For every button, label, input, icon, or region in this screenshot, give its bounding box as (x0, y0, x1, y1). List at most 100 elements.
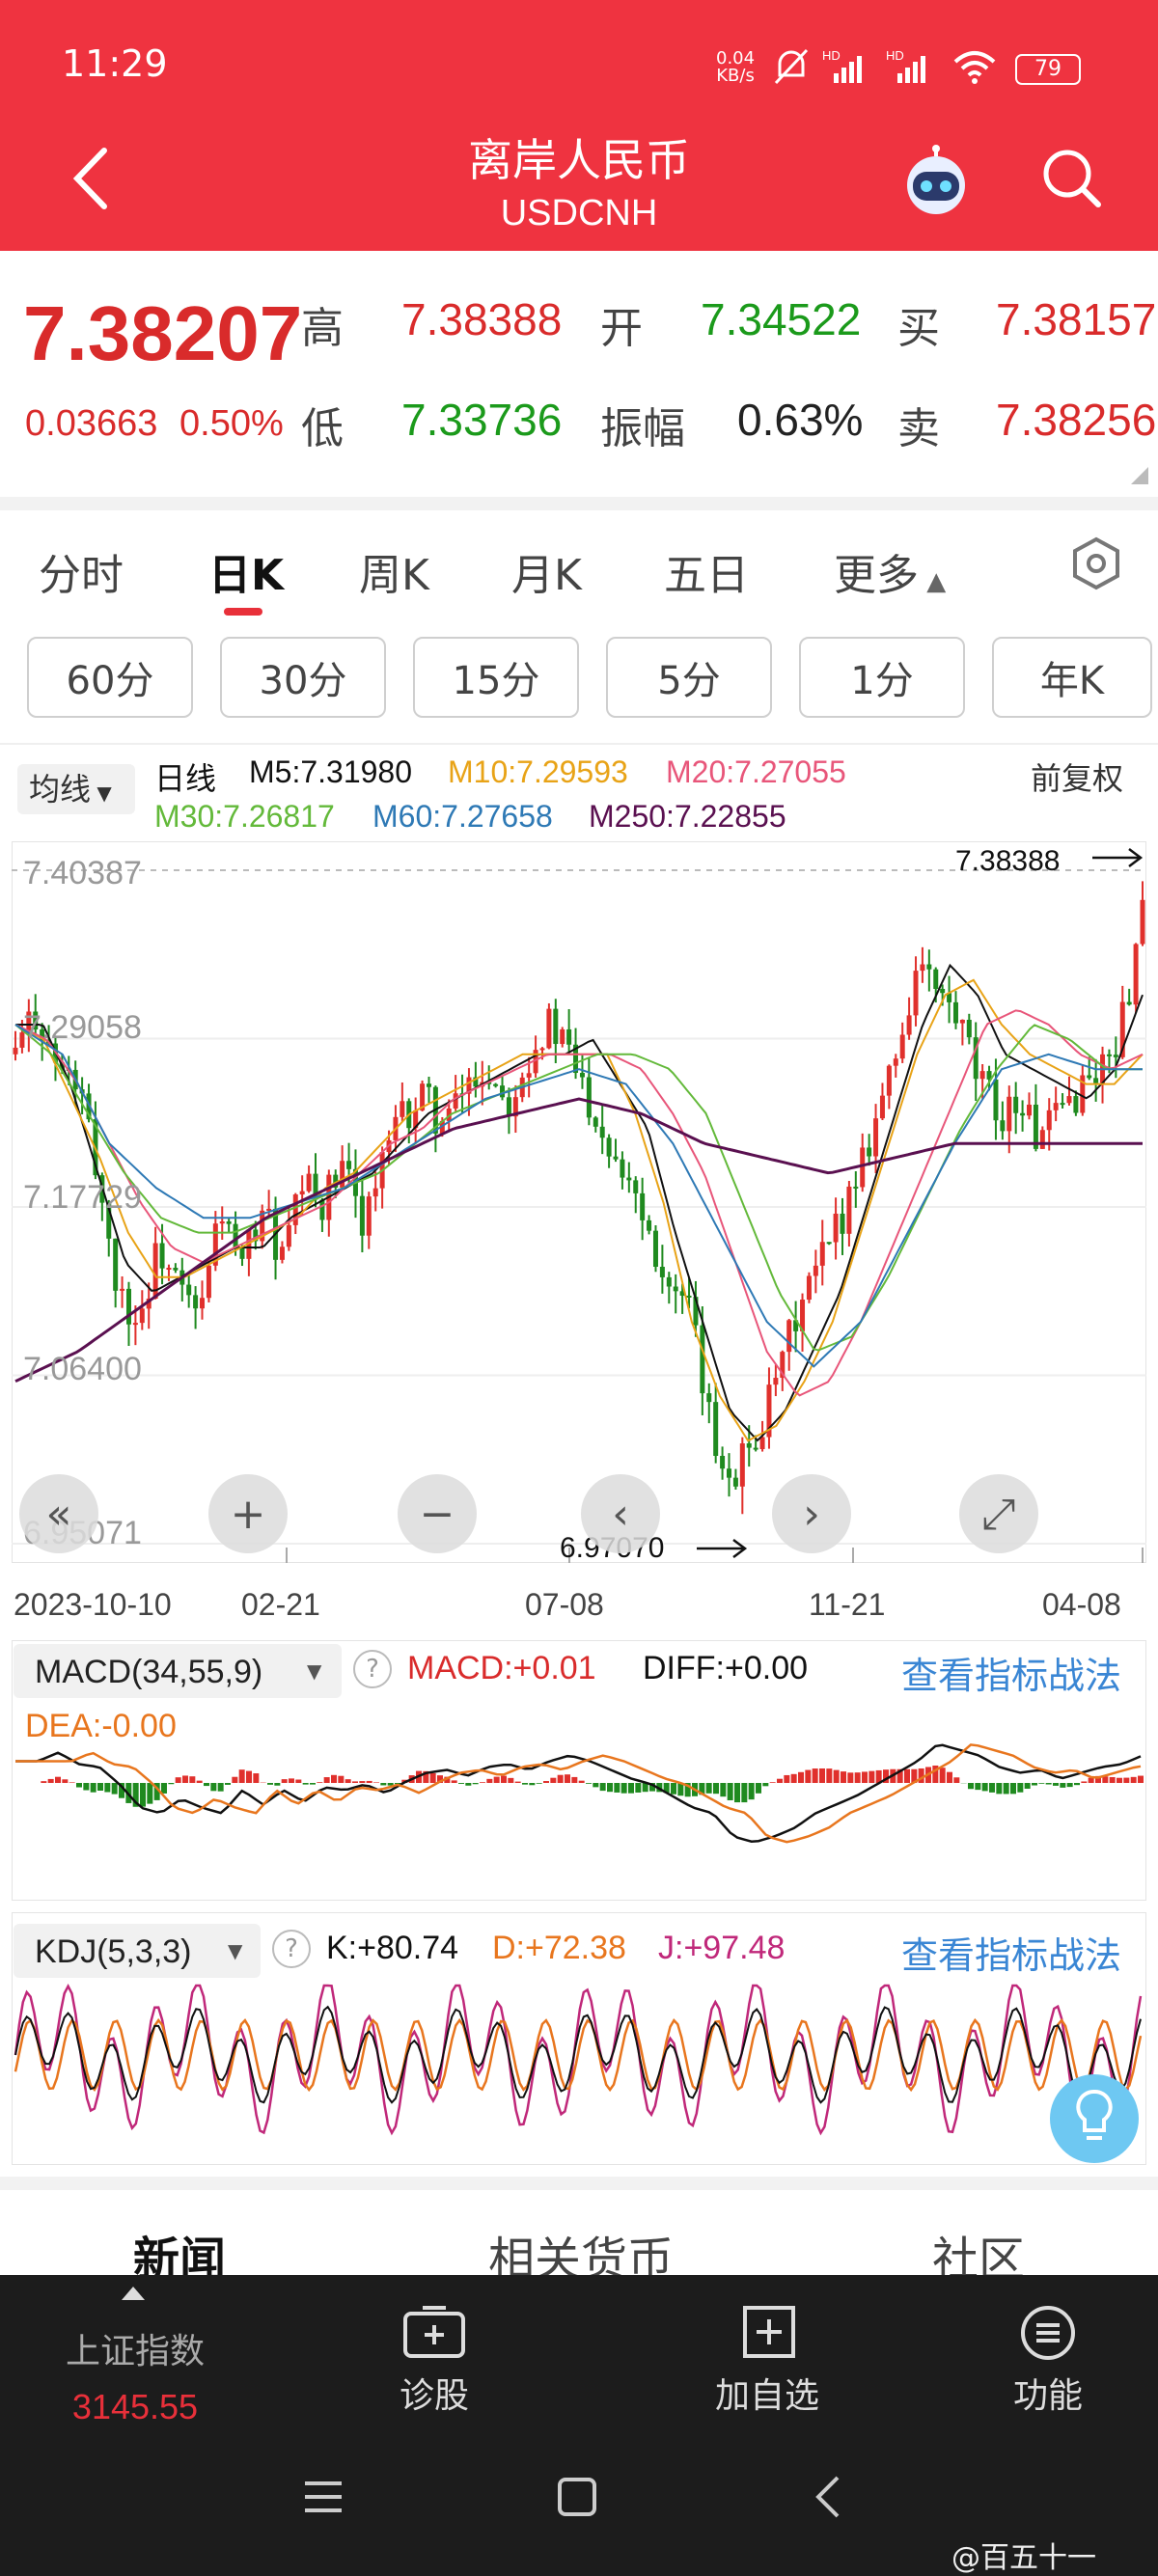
robot-assistant-icon[interactable] (897, 143, 975, 220)
macd-bar (947, 1771, 952, 1783)
ma-kind: 日线 (154, 761, 217, 796)
settings-hexagon-icon[interactable] (1071, 536, 1121, 590)
candle (647, 1219, 652, 1231)
prev-page-button[interactable]: « (19, 1474, 98, 1553)
zoom-out-button[interactable]: − (398, 1474, 477, 1553)
candle (739, 1443, 745, 1487)
macd-bar (323, 1777, 330, 1783)
period-1min[interactable]: 1分 (799, 637, 965, 718)
macd-bar (543, 1781, 549, 1783)
fullscreen-button[interactable]: ⤢ (959, 1474, 1038, 1553)
macd-bar (784, 1774, 790, 1783)
macd-bar (267, 1783, 273, 1785)
candle (1126, 1001, 1132, 1005)
macd-bar (777, 1778, 783, 1783)
index-name[interactable]: 上证指数 (39, 2323, 232, 2373)
candle (1133, 944, 1139, 1005)
macd-bar (798, 1771, 804, 1783)
macd-bar (317, 1782, 323, 1783)
macd-bar (1074, 1783, 1080, 1786)
candle (506, 1097, 511, 1117)
candle (453, 1093, 458, 1109)
candle (606, 1137, 612, 1157)
candle (1000, 1120, 1006, 1132)
candle (319, 1199, 325, 1220)
candle (526, 1073, 532, 1078)
ma-selector[interactable]: 均线 ▼ (17, 764, 135, 814)
period-yearly[interactable]: 年K (992, 637, 1152, 718)
macd-bar (281, 1779, 288, 1783)
tab-more[interactable]: 更多 ▲ (834, 540, 946, 602)
tab-timeshare[interactable]: 分时 (39, 540, 124, 602)
period-15min[interactable]: 15分 (413, 637, 579, 718)
candle (226, 1220, 232, 1224)
price-level-1: 7.40387 (23, 855, 142, 891)
scroll-right-button[interactable]: › (772, 1474, 851, 1553)
macd-bar (493, 1776, 500, 1783)
macd-bar (238, 1769, 245, 1783)
period-60min[interactable]: 60分 (27, 637, 193, 718)
candle (359, 1195, 365, 1236)
macd-bar (1138, 1775, 1144, 1783)
macd-chart[interactable] (12, 1640, 1146, 1901)
buy-value: 7.38157 (996, 294, 1157, 344)
candle (846, 1186, 852, 1234)
period-5min[interactable]: 5分 (606, 637, 772, 718)
candle (867, 1147, 872, 1157)
candle (539, 1048, 545, 1051)
system-back-icon[interactable] (811, 2474, 843, 2520)
system-home-icon[interactable] (556, 2476, 598, 2518)
low-label: 低 (301, 404, 344, 453)
nav-add-watchlist[interactable]: 加自选 (704, 2304, 830, 2439)
macd-bar (1038, 1783, 1045, 1784)
diagnose-icon (403, 2306, 465, 2358)
macd-bar (565, 1774, 570, 1783)
macd-bar (571, 1776, 578, 1783)
candle (566, 1028, 572, 1045)
macd-bar (147, 1783, 153, 1804)
candle (786, 1320, 792, 1353)
macd-bar (472, 1783, 479, 1785)
svg-text:HD: HD (822, 48, 841, 63)
tab-five-day[interactable]: 五日 (664, 540, 749, 602)
macd-bar (140, 1783, 146, 1807)
tab-weekly-k[interactable]: 周K (359, 540, 429, 602)
macd-bar (756, 1783, 761, 1794)
ma-m30: M30:7.26817 (154, 799, 335, 834)
candle (652, 1230, 658, 1268)
zoom-in-button[interactable]: + (208, 1474, 288, 1553)
macd-bar (981, 1783, 988, 1792)
arrow-right-icon (697, 1539, 748, 1558)
macd-bar (501, 1775, 507, 1783)
candle (346, 1161, 352, 1169)
kline-chart[interactable] (12, 841, 1146, 1563)
candle (113, 1238, 119, 1291)
candle (853, 1186, 859, 1189)
tab-monthly-k[interactable]: 月K (511, 540, 582, 602)
macd-bar (1017, 1783, 1024, 1793)
back-arrow-icon[interactable] (69, 147, 112, 210)
tab-daily-k[interactable]: 日K (208, 540, 284, 602)
macd-bar (182, 1775, 188, 1783)
macd-bar (1088, 1777, 1094, 1783)
period-30min[interactable]: 30分 (220, 637, 386, 718)
candle (633, 1180, 639, 1193)
nav-diagnose[interactable]: 诊股 (376, 2304, 492, 2439)
kdj-chart[interactable] (12, 1912, 1146, 2165)
nav-functions[interactable]: 功能 (990, 2304, 1106, 2439)
system-menu-icon[interactable] (301, 2478, 345, 2516)
macd-bar (953, 1777, 960, 1783)
macd-bar (720, 1783, 727, 1797)
page-subtitle: USDCNH (500, 193, 658, 233)
search-icon[interactable] (1040, 147, 1104, 210)
macd-bar (741, 1783, 748, 1803)
candle (926, 964, 932, 970)
expand-corner-icon[interactable] (1131, 467, 1148, 484)
lightbulb-tip-icon[interactable] (1048, 2072, 1141, 2165)
caret-up-icon: ▲ (919, 567, 947, 596)
adjust-mode[interactable]: 前复权 (1031, 754, 1123, 799)
scroll-left-button[interactable]: ‹ (581, 1474, 660, 1553)
macd-bar (366, 1780, 372, 1783)
candle (613, 1156, 619, 1160)
candle (219, 1220, 225, 1224)
